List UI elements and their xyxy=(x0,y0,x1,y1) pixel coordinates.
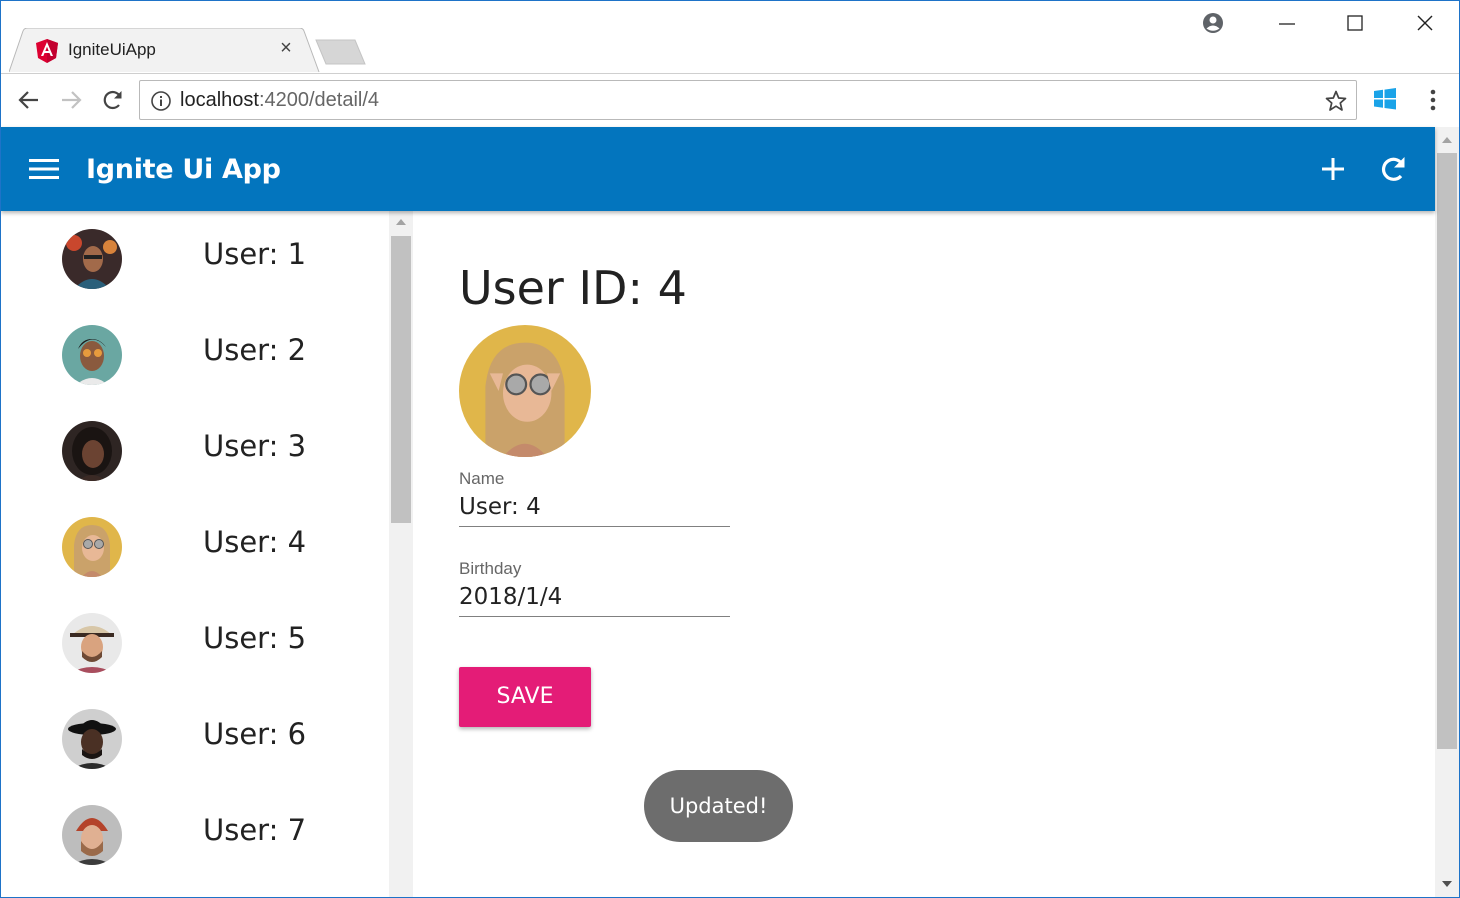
avatar xyxy=(62,709,122,769)
user-photo xyxy=(459,325,591,457)
scroll-up-arrow-icon[interactable] xyxy=(1442,137,1452,143)
bookmark-star-icon[interactable] xyxy=(1324,89,1348,113)
name-field[interactable]: Name User: 4 xyxy=(459,469,730,527)
url-path: :4200/detail/4 xyxy=(258,89,380,111)
info-icon[interactable] xyxy=(150,90,172,112)
user-label: User: 1 xyxy=(203,237,307,271)
maximize-icon[interactable] xyxy=(1341,9,1369,37)
list-item[interactable]: User: 7 xyxy=(1,787,389,883)
reload-icon[interactable] xyxy=(99,86,127,114)
add-icon[interactable] xyxy=(1318,154,1348,184)
name-label: Name xyxy=(459,469,505,488)
list-item[interactable]: User: 5 xyxy=(1,595,389,691)
address-bar[interactable]: localhost:4200/detail/4 xyxy=(139,80,1357,120)
birthday-input[interactable]: 2018/1/4 xyxy=(459,584,730,617)
toast-message: Updated! xyxy=(644,770,793,842)
avatar xyxy=(62,229,122,289)
name-input[interactable]: User: 4 xyxy=(459,494,730,527)
list-item[interactable]: User: 1 xyxy=(1,211,389,307)
browser-toolbar: localhost:4200/detail/4 xyxy=(1,73,1459,126)
browser-tab[interactable]: IgniteUiApp × xyxy=(9,28,320,73)
tab-title: IgniteUiApp xyxy=(68,40,156,59)
birthday-label: Birthday xyxy=(459,559,522,578)
avatar xyxy=(62,517,122,577)
close-window-icon[interactable] xyxy=(1411,9,1439,37)
avatar xyxy=(62,325,122,385)
back-icon[interactable] xyxy=(15,86,43,114)
url-host: localhost xyxy=(180,89,259,111)
user-label: User: 2 xyxy=(203,333,307,367)
url-text[interactable]: localhost:4200/detail/4 xyxy=(180,89,379,112)
list-item[interactable]: User: 6 xyxy=(1,691,389,787)
user-label: User: 5 xyxy=(203,621,307,655)
title-bar: IgniteUiApp × xyxy=(1,1,1459,73)
list-item[interactable]: User: 3 xyxy=(1,403,389,499)
page-title: User ID: 4 xyxy=(459,261,687,315)
save-button[interactable]: SAVE xyxy=(459,667,591,727)
angular-icon xyxy=(36,39,58,63)
user-label: User: 4 xyxy=(203,525,307,559)
app-title: Ignite Ui App xyxy=(86,154,281,185)
user-label: User: 7 xyxy=(203,813,307,847)
scroll-down-arrow-icon[interactable] xyxy=(1442,881,1452,887)
user-label: User: 3 xyxy=(203,429,307,463)
list-item[interactable]: User: 2 xyxy=(1,307,389,403)
birthday-field[interactable]: Birthday 2018/1/4 xyxy=(459,559,730,617)
minimize-icon[interactable] xyxy=(1273,9,1301,37)
new-tab-button[interactable] xyxy=(315,39,367,65)
scrollbar-thumb[interactable] xyxy=(1437,153,1457,749)
avatar xyxy=(62,805,122,865)
menu-icon[interactable] xyxy=(29,158,59,180)
avatar xyxy=(62,613,122,673)
browser-menu-icon[interactable] xyxy=(1421,86,1445,114)
sidebar-scrollbar[interactable] xyxy=(389,211,413,897)
user-label: User: 6 xyxy=(203,717,307,751)
scrollbar-thumb[interactable] xyxy=(391,236,411,523)
user-detail: User ID: 4 Name User: 4 Birthday 2018/1/… xyxy=(413,211,1435,897)
user-list: User: 1 User: 2 User: 3 User: 4 User: 5 xyxy=(1,211,389,897)
browser-window: IgniteUiApp × localhost:4200/detail/4 Ig… xyxy=(0,0,1460,898)
refresh-icon[interactable] xyxy=(1378,153,1410,185)
scroll-up-arrow-icon[interactable] xyxy=(396,219,406,225)
windows-extension-icon[interactable] xyxy=(1373,87,1397,111)
forward-icon[interactable] xyxy=(57,86,85,114)
page-scrollbar[interactable] xyxy=(1435,127,1459,897)
list-item[interactable]: User: 4 xyxy=(1,499,389,595)
close-tab-icon[interactable]: × xyxy=(277,38,295,58)
avatar xyxy=(62,421,122,481)
app-bar: Ignite Ui App xyxy=(1,127,1435,211)
profile-icon[interactable] xyxy=(1199,9,1227,37)
